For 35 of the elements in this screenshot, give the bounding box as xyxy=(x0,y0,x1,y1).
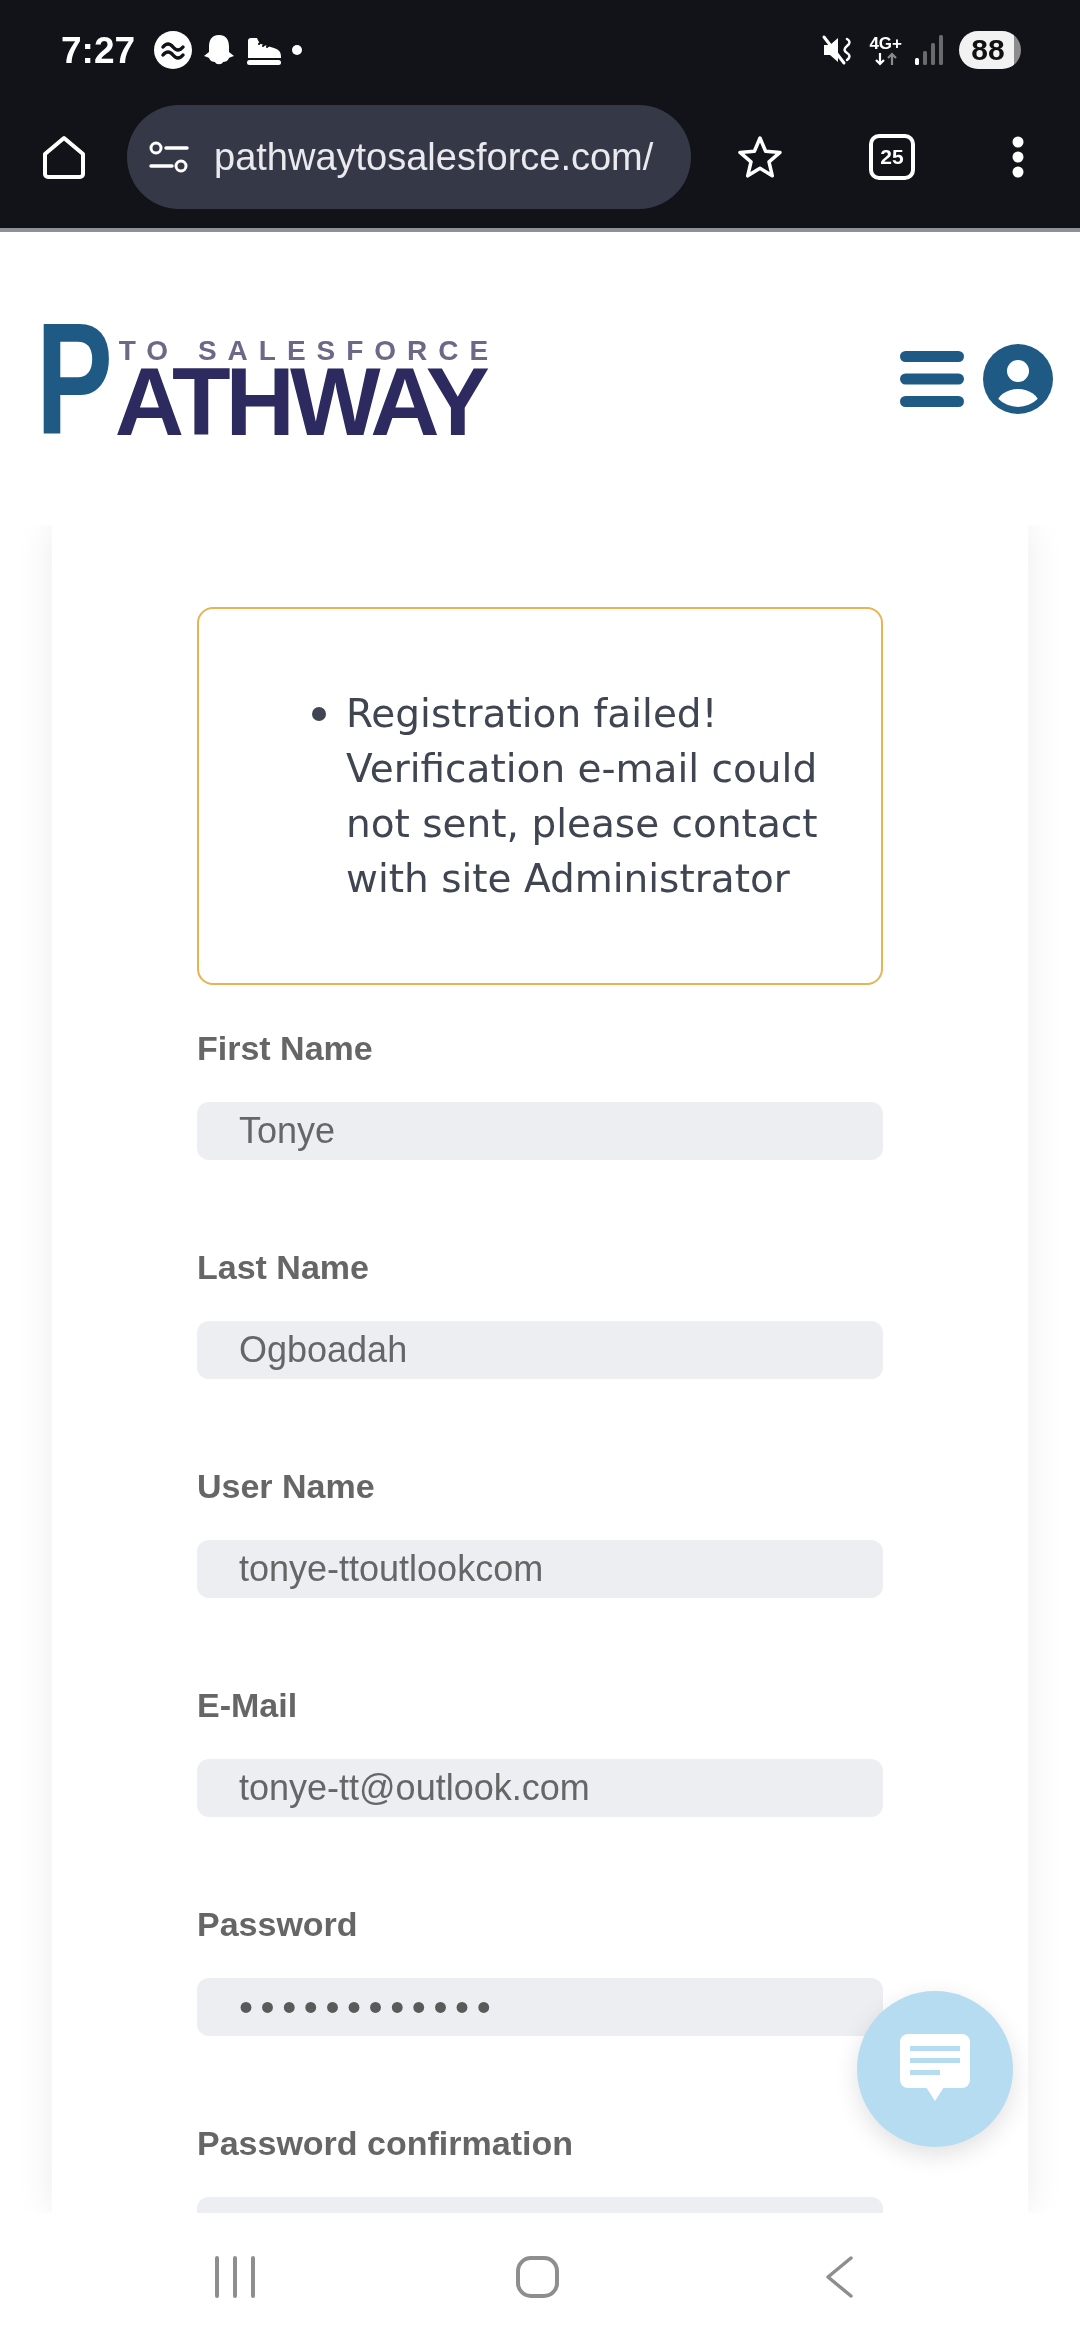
logo-wordmark[interactable]: ATHWAY xyxy=(114,364,485,439)
tune-icon[interactable] xyxy=(149,141,189,173)
notification-dot-icon xyxy=(292,45,303,55)
input-field[interactable]: •••••••••••• xyxy=(197,1978,883,2036)
more-menu-icon[interactable] xyxy=(1012,136,1024,178)
field-label: E-Mail xyxy=(197,1685,299,1725)
input-field[interactable]: Ogboadah xyxy=(197,1321,883,1379)
bullet-icon xyxy=(312,707,326,721)
network-type: 4G+ xyxy=(869,34,902,52)
field-label: Password xyxy=(197,1904,359,1944)
data-arrows-icon xyxy=(873,51,898,66)
chat-bubble-icon xyxy=(900,2034,970,2102)
alert-message: Registration failed! Verification e-mail could not sent, please contact with site Administrator xyxy=(346,690,819,903)
signal-icon xyxy=(915,35,943,65)
back-icon[interactable] xyxy=(825,2255,853,2298)
battery-indicator: 88 xyxy=(959,31,1021,69)
recent-apps-icon[interactable] xyxy=(214,2255,256,2298)
field-label: Password confirmation xyxy=(197,2123,574,2163)
logo-tagline[interactable]: TO SALESFORCE xyxy=(118,336,500,365)
home-icon[interactable] xyxy=(40,133,88,181)
address-bar[interactable]: pathwaytosalesforce.com/ xyxy=(127,105,691,209)
star-icon[interactable] xyxy=(737,135,783,179)
account-icon[interactable] xyxy=(983,343,1053,414)
clock-time: 7:27 xyxy=(61,31,136,69)
tab-switcher-button[interactable]: 25 xyxy=(869,134,915,180)
input-field[interactable]: Tonye xyxy=(197,1102,883,1160)
input-field[interactable]: tonye-ttoutlookcom xyxy=(197,1540,883,1598)
field-label: Last Name xyxy=(197,1247,370,1287)
input-field[interactable]: tonye-tt@outlook.com xyxy=(197,1759,883,1817)
sneaker-icon xyxy=(246,35,283,65)
field-label: First Name xyxy=(197,1028,374,1068)
circle-app-icon xyxy=(154,31,193,69)
logo-letter[interactable]: P xyxy=(36,318,113,439)
field-label: User Name xyxy=(197,1466,376,1506)
menu-icon[interactable] xyxy=(900,350,964,407)
